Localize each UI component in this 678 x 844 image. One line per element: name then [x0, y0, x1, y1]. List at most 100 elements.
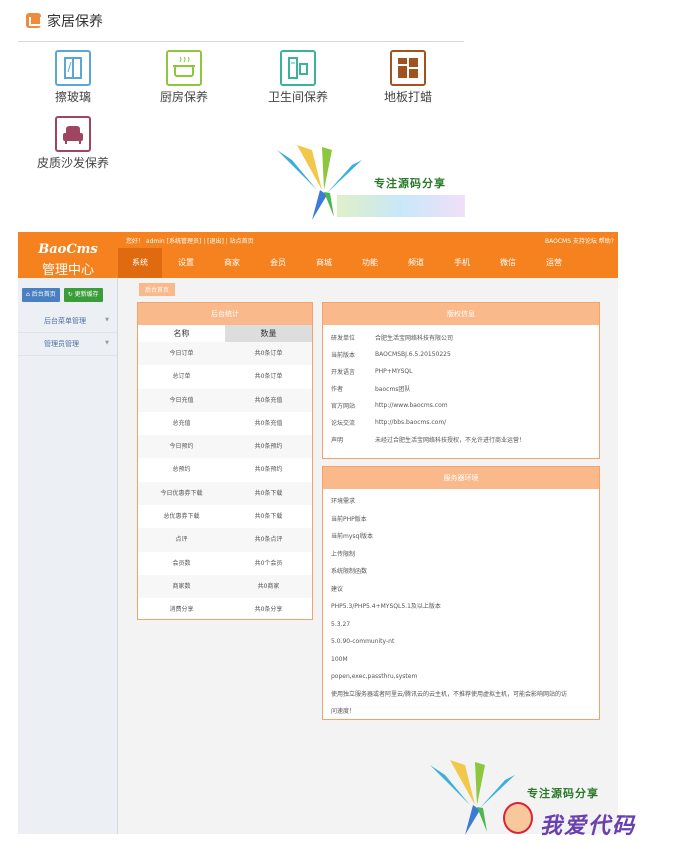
- info-value: http://www.baocms.com: [375, 402, 448, 409]
- row-count: 共0条预约: [254, 443, 283, 451]
- admin-window: 您好！ admin [系统管理员] | [退出] | 站点首页 BAOCMS 支…: [18, 232, 618, 834]
- info-list: 研发单位 合肥生活宝网络科技有限公司当前版本 BAOCMSBJ.6.5.201502…: [323, 325, 599, 448]
- row-name: 今日优惠券下载: [160, 489, 203, 497]
- nav-settings[interactable]: 设置: [164, 248, 208, 278]
- watermark-logo: 专注源码分享: [272, 145, 467, 225]
- service-bathroom[interactable]: 卫生间保养: [258, 50, 338, 105]
- nav-operations[interactable]: 运营: [532, 248, 576, 278]
- nav-wechat[interactable]: 微信: [486, 248, 530, 278]
- row-count: 共0条下载: [254, 489, 283, 497]
- service-window-cleaning[interactable]: 擦玻璃: [33, 50, 113, 105]
- env-line: PHP5.3/PHP5.4+MYSQL5.1及以上版本: [331, 603, 441, 610]
- column-header: 数量: [225, 325, 312, 342]
- row-count: 共0条预约: [254, 466, 283, 474]
- row-name: 总充值: [172, 419, 191, 427]
- service-label: 厨房保养: [159, 90, 208, 104]
- service-label: 擦玻璃: [54, 90, 91, 104]
- info-key: 当前版本: [331, 352, 356, 359]
- nav-members[interactable]: 会员: [256, 248, 300, 278]
- info-key: 研发单位: [331, 335, 356, 342]
- service-label: 卫生间保养: [267, 90, 328, 104]
- env-list: 环境需求 当前PHP版本 当前mysql版本 上传限制 系统限制函数 建议 PHP5.3/P…: [323, 489, 599, 721]
- info-row: 当前版本 BAOCMSBJ.6.5.20150225: [323, 346, 599, 363]
- watermark-blur: [337, 195, 465, 217]
- table-row: 总订单 共0条订单: [138, 365, 312, 388]
- sidebar-buttons: ⌂ 后台首页 ↻ 更新缓存: [18, 278, 117, 310]
- info-row: 研发单位 合肥生活宝网络科技有限公司: [323, 329, 599, 346]
- main-nav: BaoCms 管理中心 系统 设置 商家 会员 商城 功能 频道 手机 微信 运…: [18, 232, 618, 278]
- service-kitchen[interactable]: 厨房保养: [144, 50, 224, 105]
- brand: BaoCms 管理中心: [18, 232, 118, 278]
- info-value: 合肥生活宝网络科技有限公司: [375, 335, 454, 342]
- info-key: 开发语言: [331, 369, 356, 376]
- pot-icon: [166, 50, 202, 86]
- service-floor-waxing[interactable]: 地板打蜡: [368, 50, 448, 105]
- panel-title: 后台统计: [138, 303, 312, 325]
- env-line: 100M: [331, 655, 348, 663]
- watermark-logo: 专注源码分享 我爱代码: [425, 760, 670, 840]
- table-row: 总充值 共0条充值: [138, 412, 312, 435]
- sidebar-item-admins[interactable]: 管理员管理: [18, 333, 117, 356]
- info-row: 论坛交流 http://bbs.baocms.com/: [323, 414, 599, 431]
- table-row: 今日充值 共0条充值: [138, 388, 312, 412]
- info-value: PHP+MYSQL: [375, 368, 413, 375]
- row-name: 商家数: [172, 582, 191, 590]
- row-name: 会员数: [172, 559, 191, 567]
- watermark-text: 专注源码分享: [374, 177, 446, 190]
- service-label: 地板打蜡: [383, 90, 432, 104]
- table-row: 点评 共0条点评: [138, 528, 312, 552]
- refresh-cache-button[interactable]: ↻ 更新缓存: [63, 288, 103, 302]
- row-count: 共0条充值: [254, 419, 283, 427]
- copyright-panel: 版权信息 研发单位 合肥生活宝网络科技有限公司当前版本 BAOCMSBJ.6.5.2…: [322, 302, 600, 459]
- service-label: 皮质沙发保养: [36, 156, 109, 170]
- floor-icon: [390, 50, 426, 86]
- nav-channels[interactable]: 频道: [394, 248, 438, 278]
- sidebar-item-menu-admin[interactable]: 后台菜单管理: [18, 310, 117, 333]
- column-header: 名称: [138, 325, 225, 342]
- env-line: 问速度！: [331, 708, 356, 715]
- row-count: 共0条下载: [254, 513, 283, 521]
- service-leather-sofa[interactable]: 皮质沙发保养: [33, 116, 113, 171]
- brand-logo: BaoCms: [38, 242, 98, 257]
- row-count: 共0条分享: [254, 606, 283, 614]
- info-row: 声明 未经过合肥生活宝网络科技授权，不允许进行商业运营！: [323, 431, 599, 448]
- breadcrumb[interactable]: 后台首页: [139, 283, 176, 296]
- main-content: 后台首页 后台统计 名称 数量 今日订单 共0条订单总订单 共0条订单 今日充值 共0条…: [119, 278, 618, 834]
- info-value: http://bbs.baocms.com/: [375, 419, 447, 426]
- table-row: 总优惠券下载 共0条下载: [138, 505, 312, 528]
- row-name: 总优惠券下载: [163, 513, 200, 521]
- row-name: 今日订单: [169, 350, 194, 357]
- info-key: 论坛交流: [331, 420, 356, 427]
- row-count: 共0个会员: [254, 559, 283, 567]
- home-button[interactable]: ⌂ 后台首页: [22, 288, 60, 302]
- stats-panel: 后台统计 名称 数量 今日订单 共0条订单 总订单 共0条订单 今日充值 共0条充值 总充值…: [137, 302, 313, 620]
- row-count: 共0条点评: [254, 536, 283, 544]
- env-line: 当前PHP版本: [331, 515, 367, 523]
- sidebar: ⌂ 后台首页 ↻ 更新缓存 后台菜单管理 管理员管理: [18, 278, 118, 834]
- nav-merchants[interactable]: 商家: [210, 248, 254, 278]
- table-row: 今日优惠券下载 共0条下载: [138, 481, 312, 506]
- nav-functions[interactable]: 功能: [348, 248, 392, 278]
- nav-mall[interactable]: 商城: [302, 248, 346, 278]
- info-key: 声明: [331, 437, 344, 444]
- nav-system[interactable]: 系统: [118, 248, 162, 278]
- row-name: 总预约: [172, 466, 191, 474]
- row-name: 今日预约: [169, 443, 194, 451]
- row-count: 共0条订单: [254, 350, 283, 357]
- row-count: 共0条充值: [254, 396, 283, 404]
- env-line: 系统限制函数: [331, 568, 368, 575]
- info-value: 未经过合肥生活宝网络科技授权，不允许进行商业运营！: [375, 437, 526, 444]
- env-line: popen,exec,passthru,system: [331, 673, 418, 680]
- panel-title: 版权信息: [323, 303, 599, 325]
- row-name: 点评: [175, 536, 188, 544]
- table-row: 今日预约 共0条预约: [138, 435, 312, 459]
- env-line: 使用独立服务器或者阿里云/腾讯云的云主机，不推荐使用虚拟主机，可能会影响网站的访: [331, 690, 568, 698]
- info-row: 作者 baocms团队: [323, 380, 599, 397]
- table-row: 会员数 共0个会员: [138, 552, 312, 575]
- topbar-links[interactable]: BAOCMS 支持论坛 帮助?: [545, 236, 614, 245]
- nav-mobile[interactable]: 手机: [440, 248, 484, 278]
- env-line: 环境需求: [331, 498, 356, 505]
- bathroom-icon: [280, 50, 316, 86]
- env-line: 上传限制: [331, 550, 356, 558]
- info-key: 官方网站: [331, 403, 356, 410]
